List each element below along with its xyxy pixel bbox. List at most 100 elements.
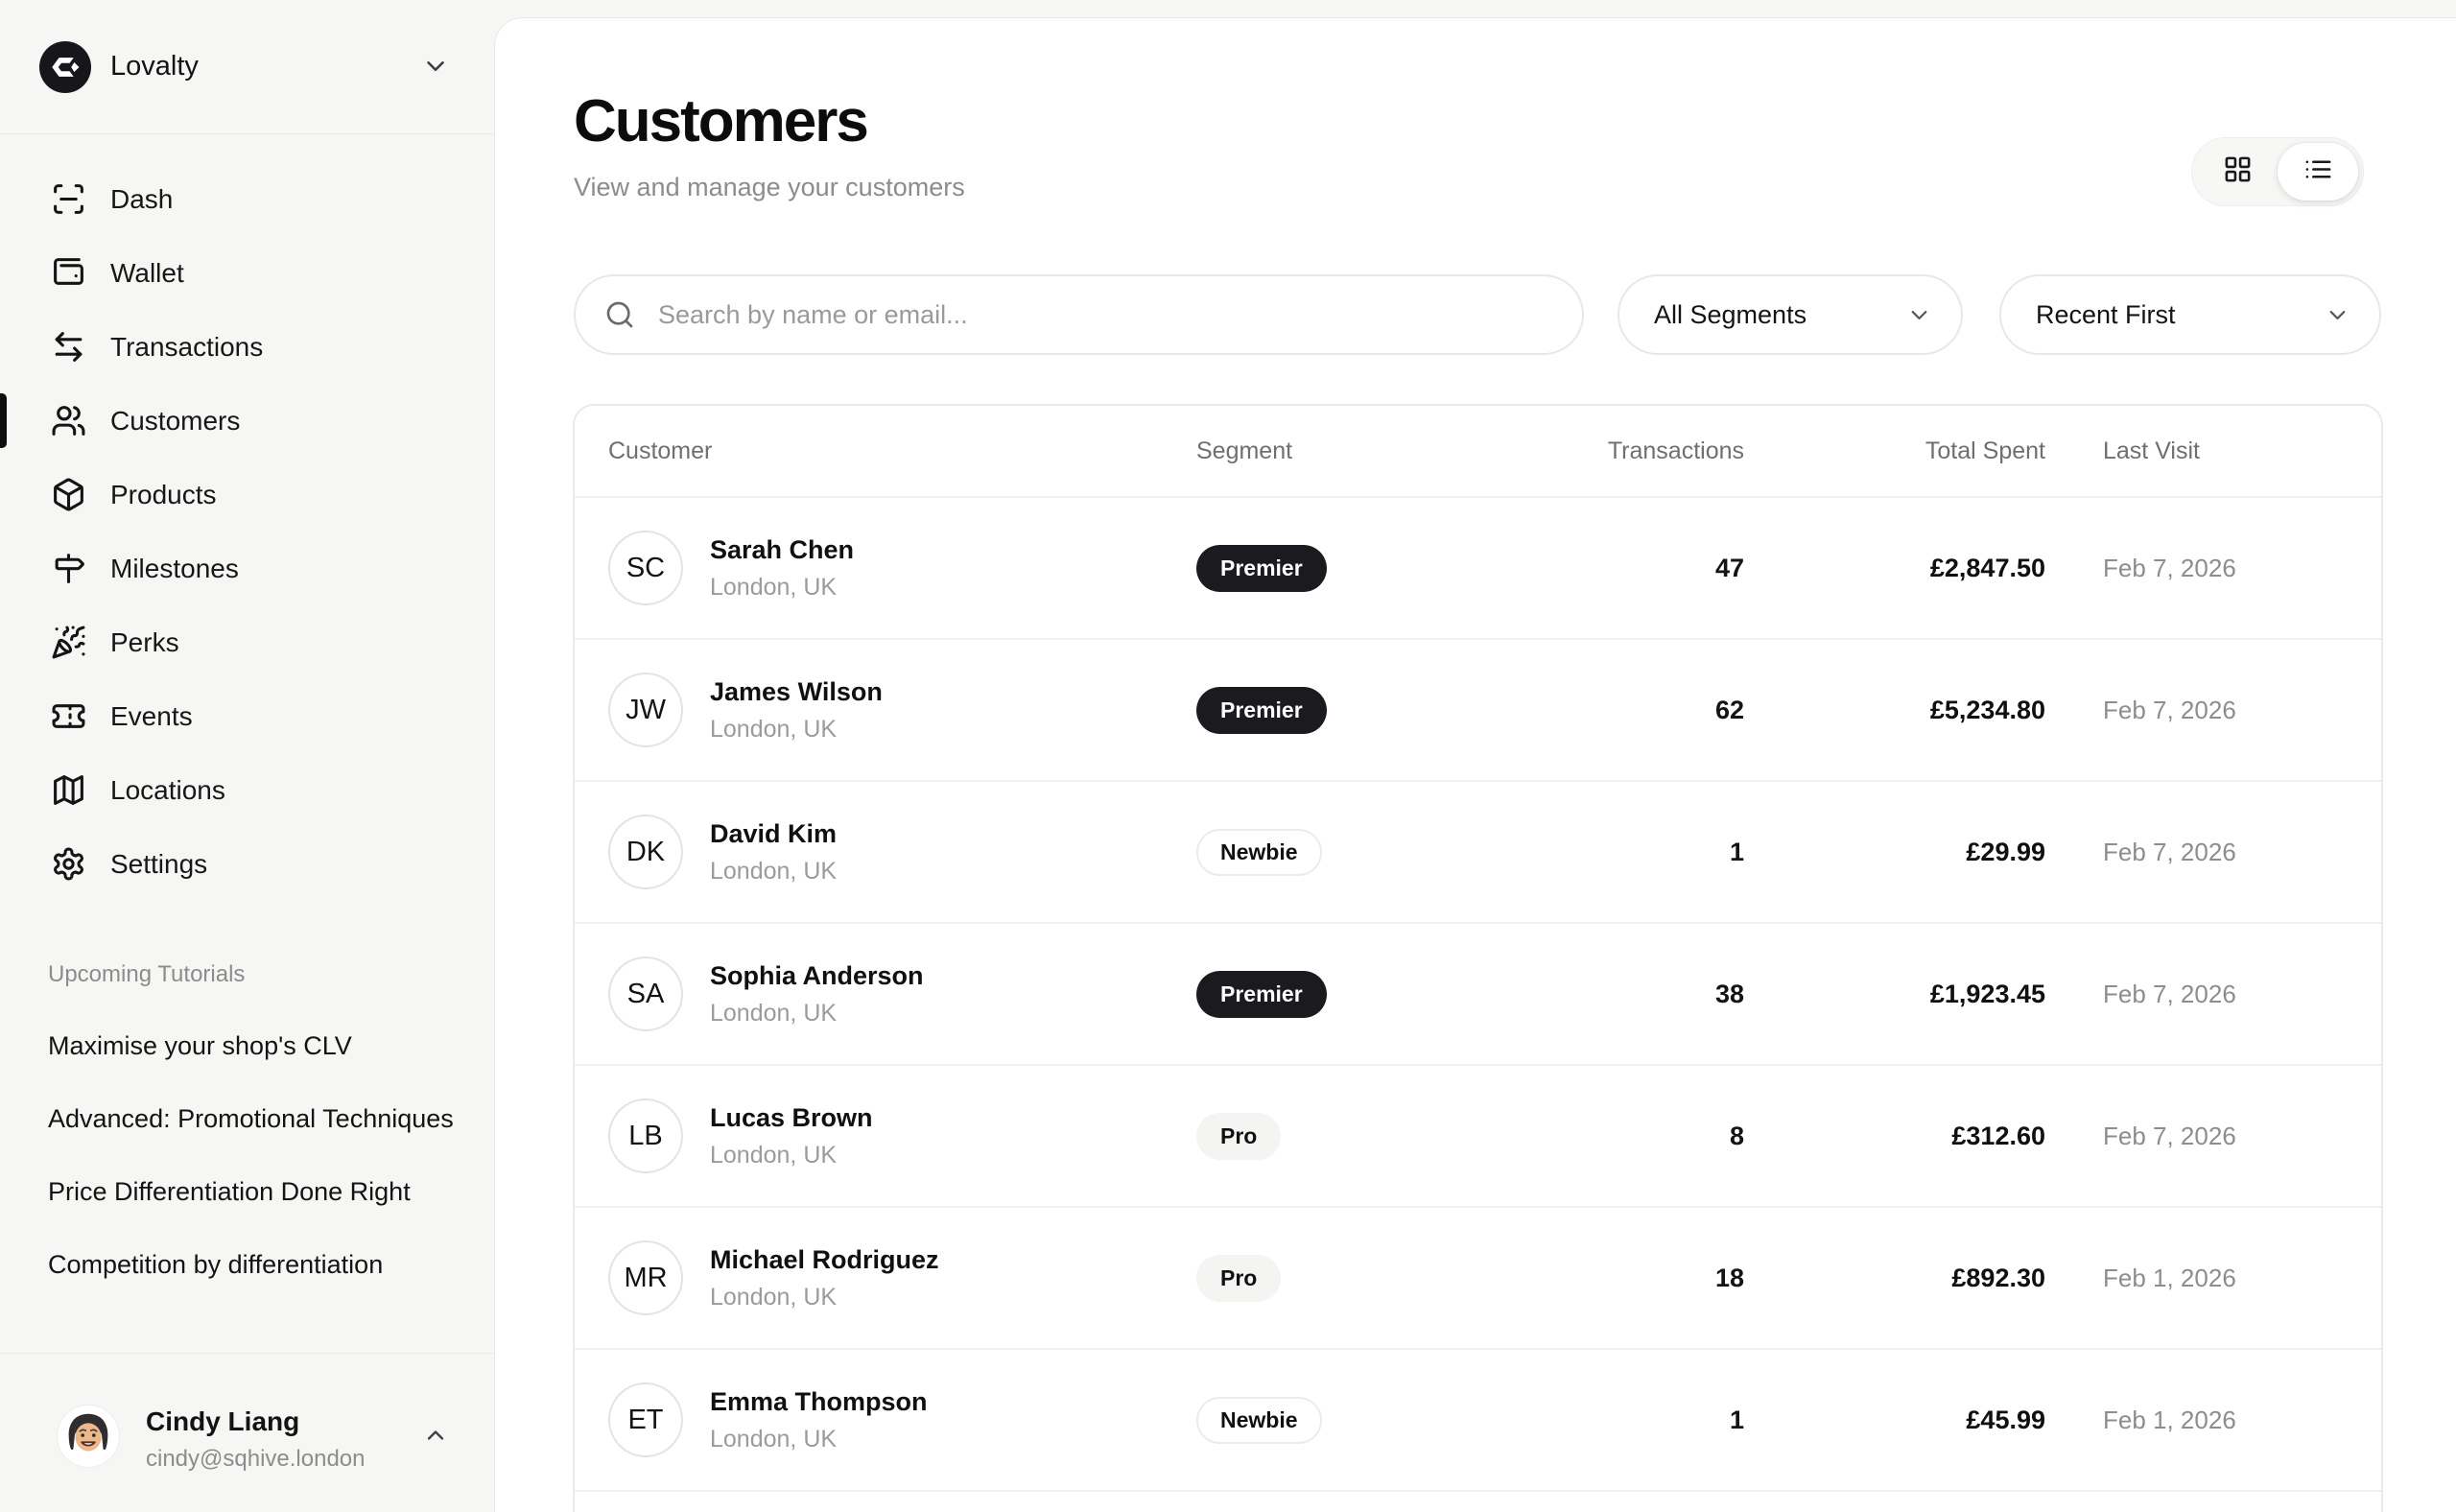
- transactions-value: 38: [1578, 980, 1744, 1009]
- sidebar-item-perks[interactable]: Perks: [0, 605, 494, 679]
- customer-name: Sarah Chen: [710, 535, 854, 565]
- segment-badge: Premier: [1196, 971, 1327, 1018]
- customer-cell: SA Sophia Anderson London, UK: [575, 957, 1196, 1031]
- sidebar-item-label: Dash: [110, 184, 173, 215]
- last-visit-value: Feb 7, 2026: [2045, 980, 2379, 1009]
- table-row[interactable]: MR Michael Rodriguez London, UK Pro 18 £…: [575, 1206, 2381, 1348]
- chevron-down-icon: [421, 52, 450, 85]
- segment-badge: Premier: [1196, 687, 1327, 734]
- total-spent-value: £2,847.50: [1744, 554, 2045, 583]
- user-menu[interactable]: Cindy Liang cindy@sqhive.london: [57, 1405, 449, 1473]
- sidebar-item-products[interactable]: Products: [0, 458, 494, 532]
- workspace-name: Lovalty: [110, 51, 199, 83]
- grid-view-button[interactable]: [2197, 143, 2278, 201]
- table-row[interactable]: LB Lucas Brown London, UK Pro 8 £312.60 …: [575, 1064, 2381, 1206]
- ticket-icon: [51, 698, 86, 734]
- sidebar-item-settings[interactable]: Settings: [0, 827, 494, 901]
- user-section: Cindy Liang cindy@sqhive.london: [0, 1353, 494, 1512]
- sidebar-item-milestones[interactable]: Milestones: [0, 532, 494, 605]
- customer-location: London, UK: [710, 1142, 873, 1169]
- last-visit-value: Feb 7, 2026: [2045, 554, 2379, 583]
- customer-name: Emma Thompson: [710, 1387, 928, 1417]
- list-view-button[interactable]: [2278, 143, 2358, 201]
- tutorial-item[interactable]: Competition by differentiation: [48, 1245, 459, 1285]
- table-body: SC Sarah Chen London, UK Premier 47 £2,8…: [575, 496, 2381, 1512]
- sidebar-item-events[interactable]: Events: [0, 679, 494, 753]
- last-visit-value: Feb 7, 2026: [2045, 838, 2379, 867]
- customer-cell: DK David Kim London, UK: [575, 815, 1196, 889]
- chevron-down-icon: [2325, 302, 2350, 328]
- tutorial-item[interactable]: Maximise your shop's CLV: [48, 1027, 459, 1066]
- customer-cell: SC Sarah Chen London, UK: [575, 531, 1196, 605]
- segment-filter-select[interactable]: All Segments: [1618, 274, 1963, 355]
- search-icon: [604, 299, 635, 330]
- sort-select[interactable]: Recent First: [1999, 274, 2381, 355]
- user-avatar: [57, 1405, 120, 1468]
- sidebar: Lovalty Dash Wallet Transactions Custome…: [0, 0, 494, 1512]
- sidebar-item-label: Customers: [110, 406, 240, 437]
- sidebar-item-label: Events: [110, 701, 193, 732]
- sidebar-nav: Dash Wallet Transactions Customers Produ…: [0, 135, 494, 901]
- segment-badge: Pro: [1196, 1255, 1281, 1302]
- customer-avatar: SA: [608, 957, 683, 1031]
- customer-avatar: ET: [608, 1382, 683, 1457]
- tutorial-item[interactable]: Advanced: Promotional Techniques: [48, 1099, 459, 1139]
- segment-badge: Newbie: [1196, 1397, 1322, 1444]
- tutorial-item[interactable]: Price Differentiation Done Right: [48, 1172, 459, 1212]
- sidebar-item-wallet[interactable]: Wallet: [0, 236, 494, 310]
- customer-location: London, UK: [710, 1426, 928, 1453]
- total-spent-value: £892.30: [1744, 1264, 2045, 1293]
- customers-table: Customer Segment Transactions Total Spen…: [573, 404, 2383, 1512]
- table-row[interactable]: SA Sophia Anderson London, UK Premier 38…: [575, 922, 2381, 1064]
- table-row-partial[interactable]: [575, 1490, 2381, 1512]
- search-input[interactable]: [656, 299, 1553, 331]
- settings-icon: [51, 846, 86, 882]
- wallet-icon: [51, 255, 86, 291]
- transactions-value: 18: [1578, 1264, 1744, 1293]
- customer-avatar: DK: [608, 815, 683, 889]
- segment-filter-value: All Segments: [1654, 300, 1807, 330]
- sidebar-item-label: Settings: [110, 849, 207, 880]
- scan-icon: [51, 181, 86, 217]
- last-visit-value: Feb 7, 2026: [2045, 1122, 2379, 1151]
- page-subtitle: View and manage your customers: [574, 173, 965, 202]
- sidebar-item-label: Products: [110, 480, 217, 510]
- total-spent-value: £1,923.45: [1744, 980, 2045, 1009]
- sidebar-item-locations[interactable]: Locations: [0, 753, 494, 827]
- sort-value: Recent First: [2036, 300, 2176, 330]
- sidebar-item-label: Milestones: [110, 554, 239, 584]
- transactions-value: 8: [1578, 1122, 1744, 1151]
- lovalty-logo-icon: [39, 41, 91, 93]
- tutorials-list: Maximise your shop's CLV Advanced: Promo…: [48, 1027, 459, 1285]
- customer-location: London, UK: [710, 1284, 939, 1311]
- box-icon: [51, 477, 86, 512]
- last-visit-value: Feb 7, 2026: [2045, 696, 2379, 725]
- total-spent-value: £45.99: [1744, 1406, 2045, 1435]
- customer-name: Michael Rodriguez: [710, 1245, 939, 1275]
- table-row[interactable]: ET Emma Thompson London, UK Newbie 1 £45…: [575, 1348, 2381, 1490]
- sidebar-item-transactions[interactable]: Transactions: [0, 310, 494, 384]
- column-header-total-spent: Total Spent: [1744, 437, 2045, 465]
- customer-cell: ET Emma Thompson London, UK: [575, 1382, 1196, 1457]
- arrows-left-right-icon: [51, 329, 86, 365]
- user-email: cindy@sqhive.london: [146, 1446, 366, 1473]
- map-icon: [51, 772, 86, 808]
- table-row[interactable]: DK David Kim London, UK Newbie 1 £29.99 …: [575, 780, 2381, 922]
- workspace-switcher[interactable]: Lovalty: [0, 0, 494, 134]
- segment-badge: Premier: [1196, 545, 1327, 592]
- last-visit-value: Feb 1, 2026: [2045, 1406, 2379, 1435]
- customer-avatar: SC: [608, 531, 683, 605]
- table-row[interactable]: SC Sarah Chen London, UK Premier 47 £2,8…: [575, 496, 2381, 638]
- total-spent-value: £29.99: [1744, 838, 2045, 867]
- sidebar-item-dash[interactable]: Dash: [0, 162, 494, 236]
- customer-cell: JW James Wilson London, UK: [575, 673, 1196, 747]
- customer-name: Sophia Anderson: [710, 961, 924, 991]
- table-header-row: Customer Segment Transactions Total Spen…: [575, 406, 2381, 496]
- table-row[interactable]: JW James Wilson London, UK Premier 62 £5…: [575, 638, 2381, 780]
- column-header-last-visit: Last Visit: [2045, 437, 2379, 465]
- sidebar-item-customers[interactable]: Customers: [0, 384, 494, 458]
- customer-avatar: JW: [608, 673, 683, 747]
- customer-location: London, UK: [710, 1000, 924, 1028]
- sidebar-item-label: Perks: [110, 627, 179, 658]
- sidebar-item-label: Transactions: [110, 332, 263, 363]
